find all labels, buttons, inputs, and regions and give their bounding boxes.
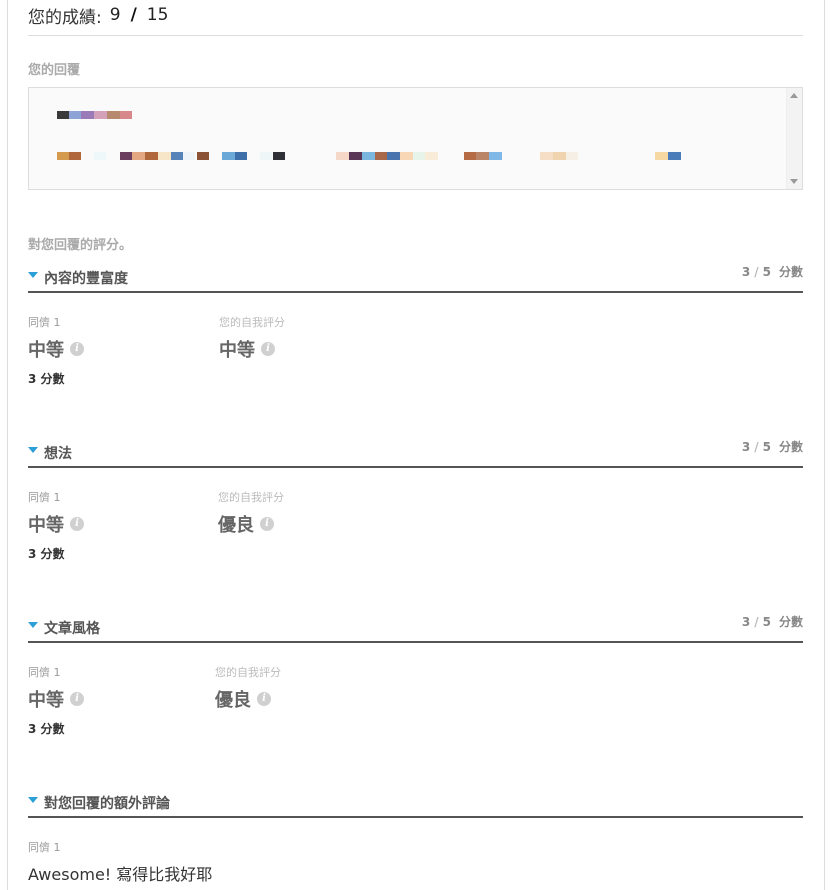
peer-label: 同儕 1 <box>28 841 61 854</box>
evaluation-label: 對您回覆的評分。 <box>28 238 133 253</box>
criterion-points: 3/5 分數 <box>741 615 803 629</box>
response-label: 您的回覆 <box>28 63 81 78</box>
criterion-score: 3 <box>741 265 751 279</box>
self-value: 優良 <box>215 690 251 711</box>
info-icon[interactable]: i <box>70 517 84 531</box>
criterion-score: 3 <box>741 615 751 629</box>
criterion-points: 3/5 分數 <box>741 440 803 454</box>
criterion-unit: 分數 <box>778 615 803 629</box>
peer-label: 同儕 1 <box>28 491 61 504</box>
self-rating: 您的自我評分 優良 i <box>218 489 284 537</box>
criterion-title: 想法 <box>44 446 72 462</box>
criterion-score: 3 <box>741 440 751 454</box>
criterion-content-richness: 內容的豐富度 3/5 分數 同儕 1 中等 i 您的自我評分 中等 i 3 分數 <box>28 263 803 393</box>
criterion-max: 5 <box>762 440 771 454</box>
criterion-max: 5 <box>762 615 771 629</box>
peer-rating: 同儕 1 中等 i <box>28 664 84 712</box>
response-content <box>29 88 786 189</box>
triangle-down-icon[interactable] <box>28 797 38 803</box>
peer-comment-text: Awesome! 寫得比我好耶 <box>28 865 213 884</box>
score-total: 15 <box>146 5 169 25</box>
info-icon[interactable]: i <box>70 692 84 706</box>
scroll-down-icon[interactable] <box>790 179 798 184</box>
score-header: 您的成績: 9 / 15 <box>28 0 803 30</box>
peer-label: 同儕 1 <box>28 316 61 329</box>
self-rating: 您的自我評分 優良 i <box>215 664 281 712</box>
info-icon[interactable]: i <box>261 342 275 356</box>
score-label: 您的成績: <box>28 7 102 28</box>
additional-header[interactable]: 對您回覆的額外評論 <box>28 788 803 818</box>
triangle-down-icon[interactable] <box>28 622 38 628</box>
peer-rating: 同儕 1 中等 i <box>28 314 84 362</box>
response-scrollbar[interactable] <box>786 88 802 189</box>
scroll-up-icon[interactable] <box>790 93 798 98</box>
criterion-unit: 分數 <box>778 265 803 279</box>
self-label: 您的自我評分 <box>215 666 281 679</box>
criterion-unit: 分數 <box>778 440 803 454</box>
self-label: 您的自我評分 <box>218 491 284 504</box>
score-earned: 9 <box>109 5 121 25</box>
peer-rating: 同儕 1 中等 i <box>28 489 84 537</box>
info-icon[interactable]: i <box>70 342 84 356</box>
assessment-panel: 您的成績: 9 / 15 您的回覆 對您回覆的評分。 內容的豐富度 3 / 5 … <box>7 0 825 890</box>
points-earned: 3 分數 <box>28 547 65 561</box>
self-value: 中等 <box>219 340 255 361</box>
criterion-header[interactable]: 想法 3/5 分數 <box>28 438 803 468</box>
criterion-points: 3/5 分數 <box>741 265 803 279</box>
criterion-ideas: 想法 3/5 分數 同儕 1 中等 i 您的自我評分 優良 i 3 分數 <box>28 438 803 568</box>
self-label: 您的自我評分 <box>219 316 285 329</box>
additional-comments: 對您回覆的額外評論 同儕 1 Awesome! 寫得比我好耶 <box>28 788 803 890</box>
peer-label: 同儕 1 <box>28 666 61 679</box>
points-earned: 3 分數 <box>28 722 65 736</box>
self-rating: 您的自我評分 中等 i <box>219 314 285 362</box>
peer-value: 中等 <box>28 690 64 711</box>
response-box[interactable] <box>28 87 803 190</box>
criterion-writing-style: 文章風格 3/5 分數 同儕 1 中等 i 您的自我評分 優良 i 3 分數 <box>28 613 803 743</box>
points-earned: 3 分數 <box>28 372 65 386</box>
criterion-header[interactable]: 內容的豐富度 3/5 分數 <box>28 263 803 293</box>
criterion-title: 文章風格 <box>44 621 100 637</box>
divider <box>28 35 803 36</box>
peer-comment: 同儕 1 Awesome! 寫得比我好耶 <box>28 839 212 885</box>
score-slash: / <box>130 5 137 25</box>
peer-value: 中等 <box>28 515 64 536</box>
info-icon[interactable]: i <box>260 517 274 531</box>
criterion-title: 內容的豐富度 <box>44 271 128 287</box>
peer-value: 中等 <box>28 340 64 361</box>
additional-title: 對您回覆的額外評論 <box>44 796 170 812</box>
self-value: 優良 <box>218 515 254 536</box>
criterion-max: 5 <box>762 265 771 279</box>
criterion-header[interactable]: 文章風格 3/5 分數 <box>28 613 803 643</box>
triangle-down-icon[interactable] <box>28 272 38 278</box>
info-icon[interactable]: i <box>257 692 271 706</box>
triangle-down-icon[interactable] <box>28 447 38 453</box>
